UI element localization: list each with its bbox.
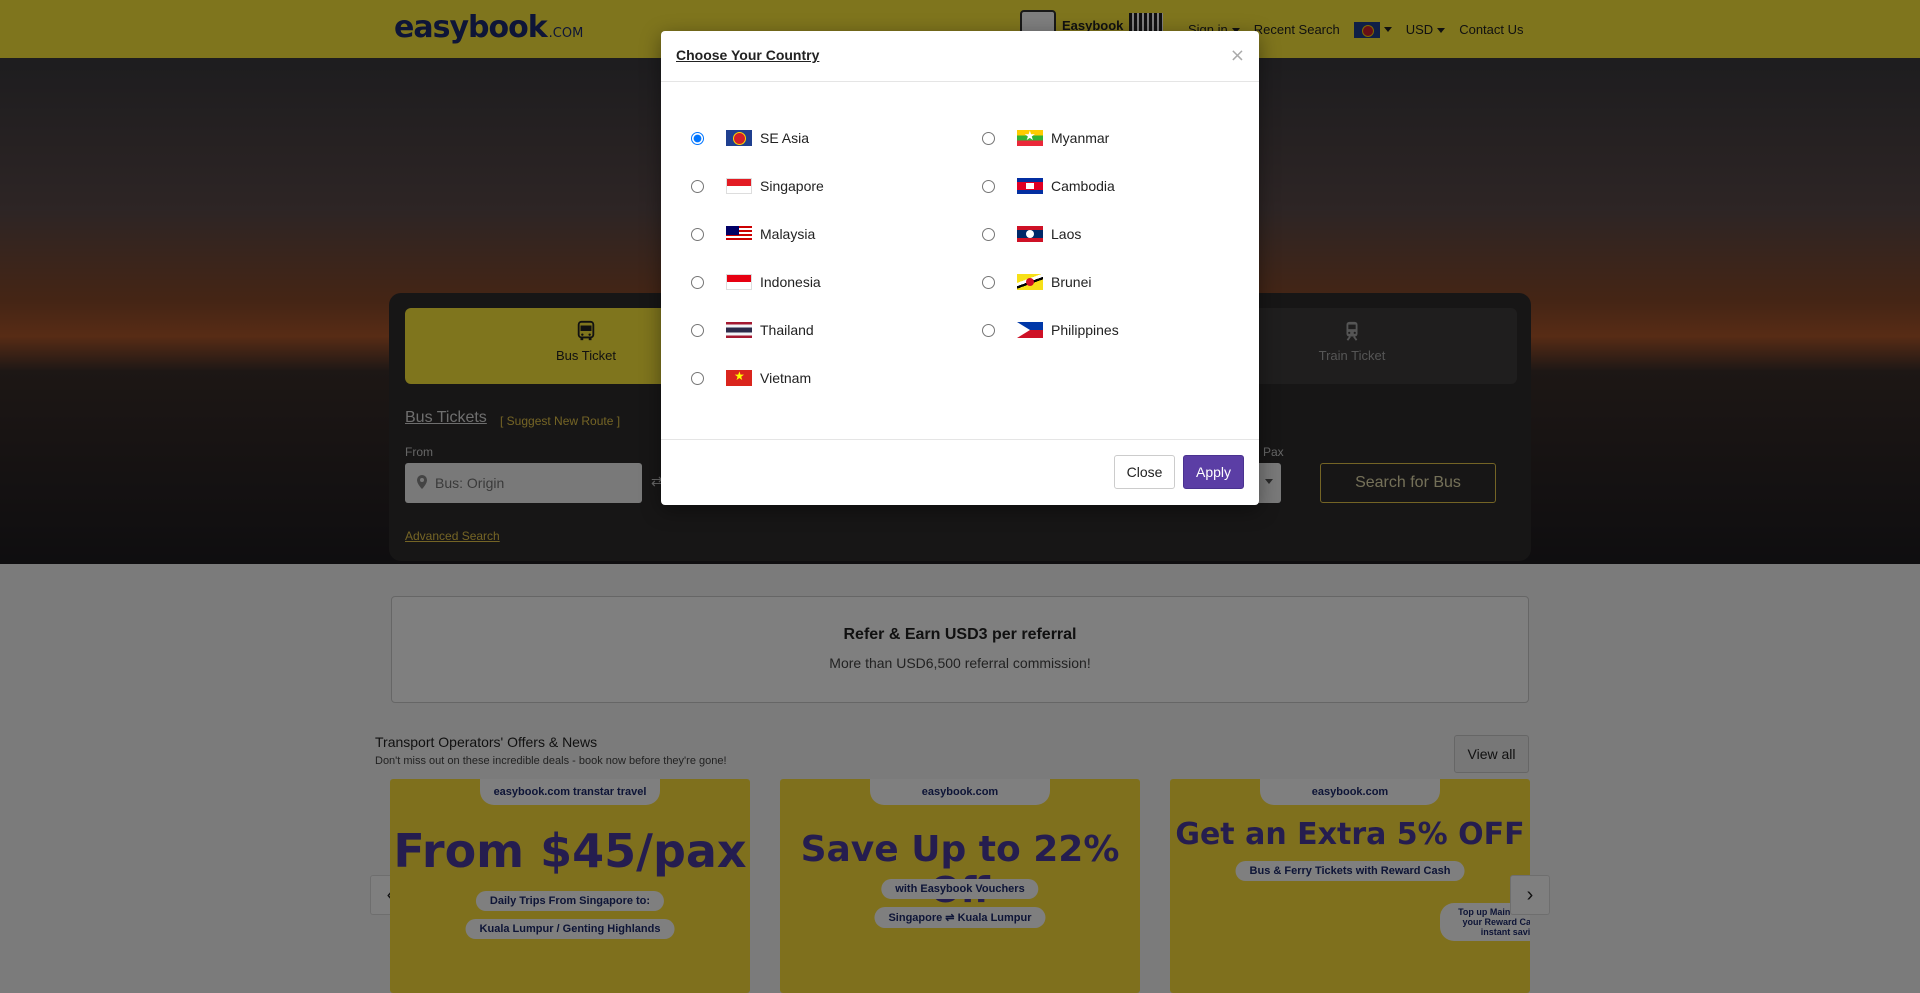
country-option-malaysia[interactable]: Malaysia (691, 222, 815, 246)
country-option-vietnam[interactable]: Vietnam (691, 366, 811, 390)
country-label: Cambodia (1051, 178, 1115, 194)
modal-footer: Close Apply (661, 439, 1259, 505)
malaysia-flag-icon (726, 226, 752, 242)
laos-flag-icon (1017, 226, 1043, 242)
asean-flag-icon (726, 130, 752, 146)
country-label: Indonesia (760, 274, 821, 290)
country-option-myanmar[interactable]: Myanmar (982, 126, 1109, 150)
country-radio[interactable] (691, 371, 704, 385)
country-radio[interactable] (691, 179, 704, 193)
country-label: Philippines (1051, 322, 1119, 338)
myanmar-flag-icon (1017, 130, 1043, 146)
country-radio[interactable] (691, 131, 704, 145)
indonesia-flag-icon (726, 274, 752, 290)
country-option-cambodia[interactable]: Cambodia (982, 174, 1115, 198)
singapore-flag-icon (726, 178, 752, 194)
country-option-indonesia[interactable]: Indonesia (691, 270, 821, 294)
apply-button[interactable]: Apply (1183, 455, 1244, 489)
country-label: Singapore (760, 178, 824, 194)
brunei-flag-icon (1017, 274, 1043, 290)
country-radio[interactable] (691, 323, 704, 337)
country-option-thailand[interactable]: Thailand (691, 318, 814, 342)
choose-country-modal: Choose Your Country × SE Asia Singapore … (661, 31, 1259, 505)
country-option-singapore[interactable]: Singapore (691, 174, 824, 198)
country-option-philippines[interactable]: Philippines (982, 318, 1119, 342)
close-icon[interactable]: × (1230, 45, 1245, 66)
country-radio[interactable] (982, 179, 995, 193)
country-option-se-asia[interactable]: SE Asia (691, 126, 809, 150)
country-label: Myanmar (1051, 130, 1110, 146)
country-radio[interactable] (982, 275, 995, 289)
country-option-brunei[interactable]: Brunei (982, 270, 1091, 294)
country-radio[interactable] (982, 323, 995, 337)
country-radio[interactable] (982, 227, 995, 241)
thailand-flag-icon (726, 322, 752, 338)
country-label: Vietnam (760, 370, 812, 386)
philippines-flag-icon (1017, 322, 1043, 338)
vietnam-flag-icon (726, 370, 752, 386)
country-label: Laos (1051, 226, 1082, 242)
country-label: Thailand (760, 322, 814, 338)
modal-header: Choose Your Country × (661, 31, 1259, 82)
close-button[interactable]: Close (1114, 455, 1175, 489)
country-radio[interactable] (691, 275, 704, 289)
cambodia-flag-icon (1017, 178, 1043, 194)
country-label: Brunei (1051, 274, 1092, 290)
country-option-laos[interactable]: Laos (982, 222, 1081, 246)
country-radio[interactable] (982, 131, 995, 145)
country-label: Malaysia (760, 226, 816, 242)
country-radio[interactable] (691, 227, 704, 241)
modal-title: Choose Your Country (676, 47, 820, 63)
country-label: SE Asia (760, 130, 810, 146)
